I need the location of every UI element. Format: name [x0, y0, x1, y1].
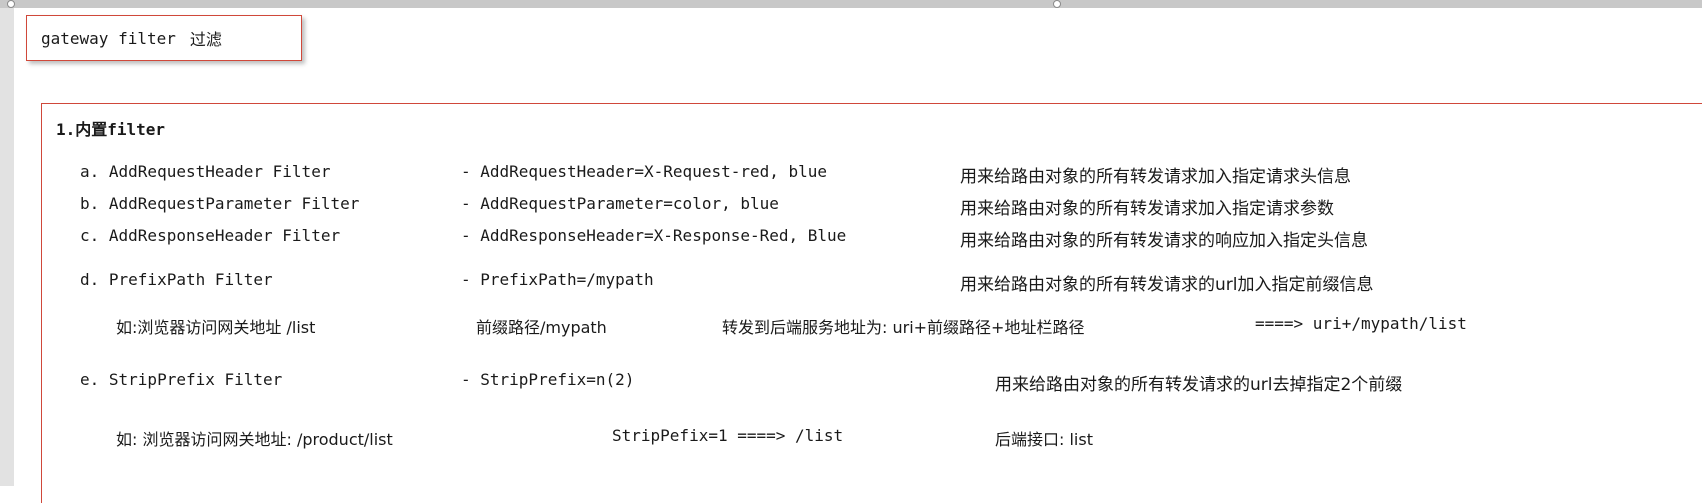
- strip-example-part1: 如: 浏览器访问网关地址: /product/list: [116, 430, 393, 449]
- header-title-en: gateway filter: [41, 28, 176, 48]
- filter-desc: 用来给路由对象的所有转发请求的url加入指定前缀信息: [960, 275, 1374, 295]
- filter-name: a. AddRequestHeader Filter: [80, 162, 331, 181]
- filter-config: - AddRequestParameter=color, blue: [461, 194, 779, 213]
- filter-desc: 用来给路由对象的所有转发请求加入指定请求参数: [960, 199, 1334, 219]
- header-title-box: gateway filter 过滤: [26, 15, 302, 61]
- filter-config: - StripPrefix=n(2): [461, 370, 635, 389]
- filter-name: b. AddRequestParameter Filter: [80, 194, 360, 213]
- strip-example-part2: StripPefix=1 ====> /list: [612, 426, 844, 445]
- filter-config: - AddResponseHeader=X-Response-Red, Blue: [461, 226, 847, 245]
- filter-name: c. AddResponseHeader Filter: [80, 226, 341, 245]
- filter-desc: 用来给路由对象的所有转发请求的url去掉指定2个前缀: [995, 375, 1403, 395]
- left-resize-handle[interactable]: [7, 0, 15, 8]
- prefix-example-part4: ====> uri+/mypath/list: [1255, 314, 1467, 333]
- section-title: 1.内置filter: [56, 120, 166, 139]
- left-margin-strip: [0, 8, 14, 486]
- prefix-example-part3: 转发到后端服务地址为: uri+前缀路径+地址栏路径: [722, 318, 1085, 337]
- prefix-example-part2: 前缀路径/mypath: [476, 318, 607, 337]
- top-scroll-bar[interactable]: [0, 0, 1702, 8]
- filter-desc: 用来给路由对象的所有转发请求的响应加入指定头信息: [960, 231, 1368, 251]
- filter-name: d. PrefixPath Filter: [80, 270, 273, 289]
- strip-example-part3: 后端接口: list: [995, 430, 1093, 449]
- filter-name: e. StripPrefix Filter: [80, 370, 283, 389]
- header-title-cn: 过滤: [189, 30, 222, 49]
- filter-desc: 用来给路由对象的所有转发请求加入指定请求头信息: [960, 167, 1351, 187]
- filter-config: - AddRequestHeader=X-Request-red, blue: [461, 162, 828, 181]
- mid-resize-handle[interactable]: [1053, 0, 1061, 8]
- filter-config: - PrefixPath=/mypath: [461, 270, 654, 289]
- prefix-example-part1: 如:浏览器访问网关地址 /list: [116, 318, 316, 337]
